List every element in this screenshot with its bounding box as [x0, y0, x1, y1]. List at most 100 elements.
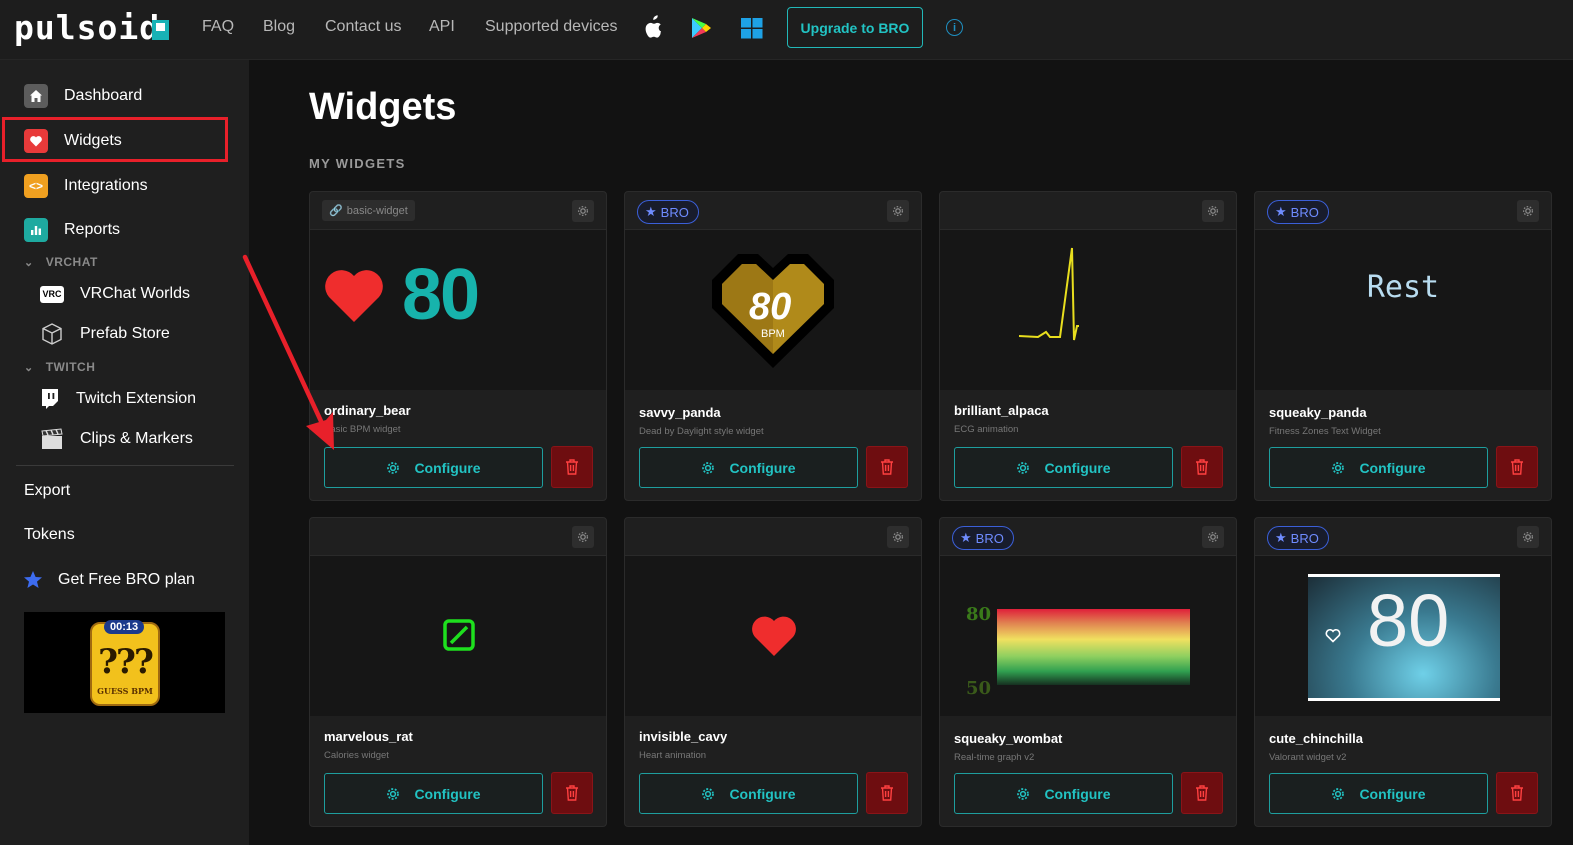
upgrade-to-bro-button[interactable]: Upgrade to BRO — [787, 7, 923, 48]
chevron-down-icon: ⌄ — [24, 256, 34, 269]
graph-max-label: 80 — [966, 604, 992, 625]
configure-button[interactable]: Configure — [1269, 447, 1488, 488]
widget-description: Real-time graph v2 — [954, 752, 1035, 763]
settings-button[interactable] — [1517, 200, 1539, 222]
delete-button[interactable] — [1496, 772, 1538, 814]
settings-button[interactable] — [572, 526, 594, 548]
sidebar-item-label: Prefab Store — [80, 325, 170, 342]
trash-icon — [1511, 459, 1523, 475]
windows-icon[interactable] — [740, 14, 764, 42]
sidebar-item-label: Tokens — [24, 526, 75, 543]
widget-name: brilliant_alpaca — [954, 403, 1049, 418]
widget-preview[interactable]: Rest — [1255, 230, 1551, 390]
delete-button[interactable] — [1181, 772, 1223, 814]
trash-icon — [566, 785, 578, 801]
delete-button[interactable] — [1181, 446, 1223, 488]
delete-button[interactable] — [1496, 446, 1538, 488]
sidebar-item-label: Dashboard — [64, 87, 143, 104]
configure-label: Configure — [414, 459, 481, 476]
section-vrchat[interactable]: ⌄ VRCHAT — [24, 255, 98, 269]
widget-preview[interactable]: 80 50 — [940, 556, 1236, 716]
sidebar-item-label: Get Free BRO plan — [58, 571, 195, 588]
settings-button[interactable] — [1202, 526, 1224, 548]
sidebar-item-reports[interactable]: Reports — [0, 210, 249, 250]
sidebar-item-twitch-extension[interactable]: Twitch Extension — [0, 379, 249, 419]
widget-card-squeaky-wombat: ★ BRO 80 50 squeaky_wombat Real-time grap… — [939, 517, 1237, 827]
widget-preview[interactable] — [310, 556, 606, 716]
chart-icon — [24, 218, 48, 242]
settings-button[interactable] — [1202, 200, 1224, 222]
widget-card-ordinary-bear: 🔗 basic-widget 80 ordinary_bear Basic BP… — [309, 191, 607, 501]
bro-badge: ★ BRO — [637, 200, 699, 224]
settings-button[interactable] — [572, 200, 594, 222]
widget-card-savvy-panda: ★ BRO 80 BPM savvy_panda Dead by Daylight… — [624, 191, 922, 501]
heart-icon — [325, 270, 383, 322]
section-twitch[interactable]: ⌄ TWITCH — [24, 360, 95, 374]
card-header — [625, 518, 921, 556]
widget-description: Heart animation — [639, 750, 707, 761]
widget-preview[interactable]: 80 — [310, 230, 606, 390]
configure-button[interactable]: Configure — [1269, 773, 1488, 814]
configure-button[interactable]: Configure — [954, 447, 1173, 488]
configure-button[interactable]: Configure — [324, 447, 543, 488]
configure-label: Configure — [1044, 785, 1111, 802]
info-icon[interactable]: i — [946, 19, 963, 36]
badge-label: basic-widget — [346, 204, 408, 217]
delete-button[interactable] — [551, 446, 593, 488]
trash-icon — [881, 459, 893, 475]
gear-icon — [577, 205, 589, 217]
configure-label: Configure — [414, 785, 481, 802]
gear-icon — [387, 787, 400, 800]
widget-preview[interactable] — [625, 556, 921, 716]
heart-outline-icon — [1325, 629, 1341, 643]
settings-button[interactable] — [887, 526, 909, 548]
home-icon — [24, 84, 48, 108]
chevron-down-icon: ⌄ — [24, 361, 34, 374]
nav-faq[interactable]: FAQ — [202, 18, 234, 36]
nav-blog[interactable]: Blog — [263, 18, 295, 36]
widget-name: cute_chinchilla — [1269, 731, 1363, 746]
google-play-icon[interactable] — [689, 14, 713, 42]
sidebar-item-clips-markers[interactable]: Clips & Markers — [0, 419, 249, 459]
nav-api[interactable]: API — [429, 18, 455, 36]
sidebar-item-integrations[interactable]: <> Integrations — [0, 166, 249, 206]
sidebar-item-tokens[interactable]: Tokens — [0, 515, 249, 555]
widget-preview[interactable]: 80 BPM — [625, 230, 921, 390]
card-header: ★ BRO — [1255, 518, 1551, 556]
apple-icon[interactable] — [641, 14, 665, 42]
delete-button[interactable] — [551, 772, 593, 814]
delete-button[interactable] — [866, 446, 908, 488]
configure-label: Configure — [729, 459, 796, 476]
settings-button[interactable] — [887, 200, 909, 222]
configure-button[interactable]: Configure — [954, 773, 1173, 814]
widget-preview[interactable]: 80 — [1255, 556, 1551, 716]
nav-contact[interactable]: Contact us — [325, 18, 401, 36]
pulsoid-logo[interactable]: pulsoid — [14, 8, 160, 47]
nav-supported-devices[interactable]: Supported devices — [485, 18, 618, 36]
widget-preview[interactable] — [940, 230, 1236, 390]
configure-button[interactable]: Configure — [639, 447, 858, 488]
bro-badge: ★ BRO — [1267, 526, 1329, 550]
link-icon: 🔗 — [329, 205, 343, 217]
trash-icon — [566, 459, 578, 475]
vrc-icon: VRC — [40, 285, 64, 303]
bpm-value: 80 — [1367, 579, 1450, 662]
configure-button[interactable]: Configure — [639, 773, 858, 814]
widget-name: marvelous_rat — [324, 729, 413, 744]
promo-banner[interactable]: 00:13 ??? GUESS BPM — [24, 612, 225, 713]
trash-icon — [1511, 785, 1523, 801]
gear-icon — [892, 531, 904, 543]
delete-button[interactable] — [866, 772, 908, 814]
widget-description: Fitness Zones Text Widget — [1269, 426, 1381, 437]
configure-button[interactable]: Configure — [324, 773, 543, 814]
sidebar-item-vrchat-worlds[interactable]: VRC VRChat Worlds — [0, 274, 249, 314]
sidebar-item-export[interactable]: Export — [0, 471, 249, 511]
sidebar-item-free-bro[interactable]: Get Free BRO plan — [0, 560, 249, 600]
settings-button[interactable] — [1517, 526, 1539, 548]
sidebar-item-dashboard[interactable]: Dashboard — [0, 76, 249, 116]
widget-description: ECG animation — [954, 424, 1019, 435]
sidebar-item-prefab-store[interactable]: Prefab Store — [0, 314, 249, 354]
configure-label: Configure — [1359, 785, 1426, 802]
widget-card-squeaky-panda: ★ BRO Rest squeaky_panda Fitness Zones Te… — [1254, 191, 1552, 501]
section-label: VRCHAT — [45, 255, 98, 269]
